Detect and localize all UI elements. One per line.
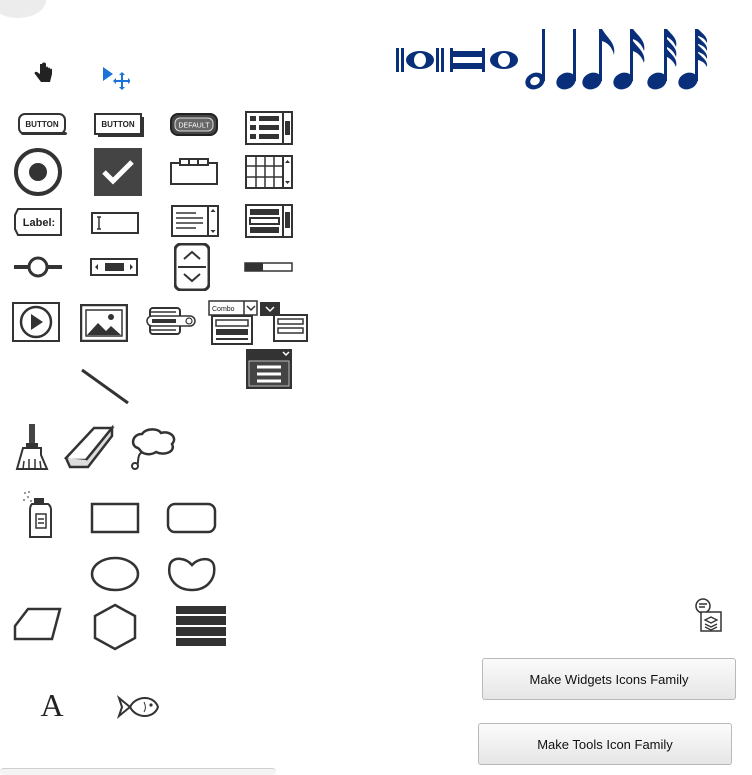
top-left-fragment (0, 0, 46, 18)
default-button-icon[interactable]: DEFAULT (170, 113, 218, 137)
image-well-icon[interactable] (80, 304, 128, 342)
label-icon[interactable]: Label: (13, 207, 63, 237)
data-grid-icon[interactable] (245, 155, 293, 189)
combo-box-icon[interactable]: Combo (208, 300, 258, 346)
eraser-icon[interactable] (64, 422, 116, 470)
text-tool-icon[interactable]: A (34, 688, 70, 720)
push-button-icon[interactable]: BUTTON (18, 113, 68, 137)
search-field-icon[interactable] (146, 306, 196, 336)
make-widgets-icons-family-button[interactable]: Make Widgets Icons Family (482, 658, 736, 700)
tab-panel-icon[interactable] (170, 158, 218, 186)
lasso-icon[interactable] (128, 428, 178, 472)
paint-brush-icon[interactable] (14, 423, 50, 471)
fish-icon[interactable] (116, 692, 160, 722)
popup-list-icon[interactable] (245, 204, 293, 238)
text-area-icon[interactable] (171, 205, 219, 237)
hexagon-tool-icon[interactable] (92, 603, 138, 651)
text-field-icon[interactable] (91, 212, 139, 234)
default-button-icon-label: DEFAULT (179, 123, 211, 130)
label-icon-text: Label: (23, 217, 55, 229)
button-icon-label: BUTTON (25, 120, 58, 129)
svg-text:A: A (40, 688, 63, 720)
checkbox-icon[interactable] (94, 148, 142, 196)
layers-stack-icon[interactable] (693, 598, 723, 632)
bevel-button-icon[interactable]: BUTTON (94, 113, 146, 137)
radio-button-icon[interactable] (13, 147, 63, 197)
progress-bar-icon[interactable] (244, 262, 294, 272)
hand-pointer-icon[interactable] (32, 60, 56, 88)
combo-icon-text: Combo (212, 306, 235, 313)
bevel-button-icon-label: BUTTON (101, 120, 134, 129)
dropdown-menu-icon[interactable] (245, 348, 293, 390)
list-box-icon[interactable] (245, 111, 293, 145)
oval-tool-icon[interactable] (90, 556, 140, 592)
scrollbar-icon[interactable] (90, 258, 138, 276)
rectangle-tool-icon[interactable] (90, 502, 140, 534)
spray-can-icon[interactable] (22, 490, 54, 538)
slider-icon[interactable] (14, 256, 62, 278)
polygon-tool-icon[interactable] (12, 606, 64, 642)
freeform-shape-icon[interactable] (166, 556, 218, 592)
rounded-rectangle-tool-icon[interactable] (166, 502, 218, 534)
pattern-fill-icon[interactable] (176, 606, 226, 646)
line-tool-icon[interactable] (80, 368, 132, 406)
popup-menu-icon[interactable] (259, 301, 309, 343)
music-notes-icon (396, 27, 710, 93)
make-tools-icon-family-button[interactable]: Make Tools Icon Family (478, 723, 732, 765)
arrow-move-icon[interactable] (102, 66, 130, 90)
movie-player-icon[interactable] (12, 302, 60, 342)
stepper-icon[interactable] (174, 243, 210, 291)
